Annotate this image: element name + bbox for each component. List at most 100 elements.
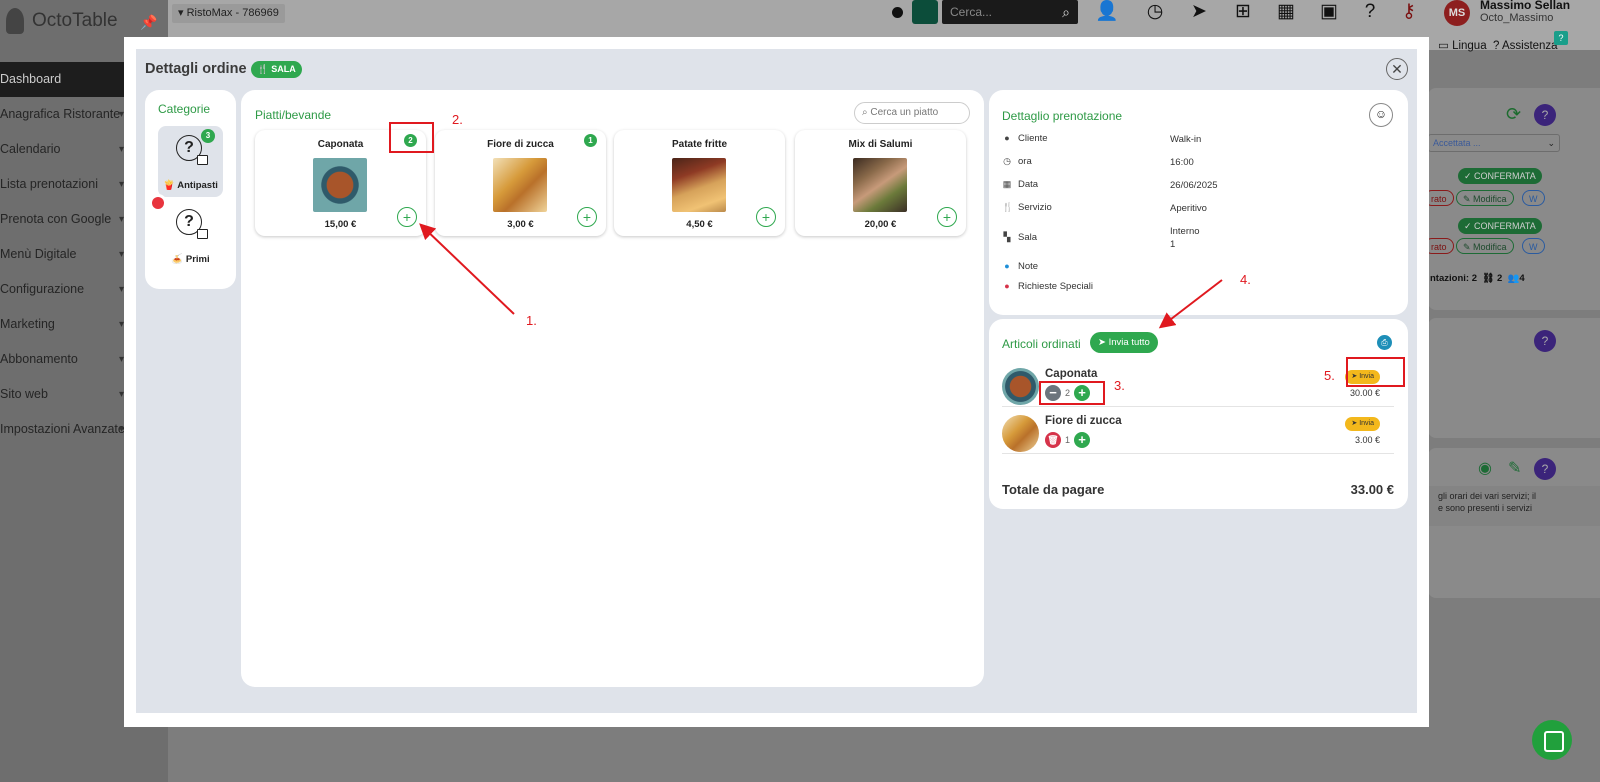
edit-icon[interactable]: ✎ [1508, 458, 1521, 478]
annotation-3: 3. [1114, 378, 1125, 393]
rocket-button[interactable] [912, 0, 938, 24]
sidebar-item-label: Abbonamento [0, 352, 78, 366]
chef-logo-icon [6, 8, 24, 34]
dish-card-patate-fritte[interactable]: Patate fritte 4,50 € + [614, 130, 785, 236]
add-dish-button[interactable]: + [756, 207, 776, 227]
ordered-items-panel: Articoli ordinati ➤ Invia tutto ⎙ Capona… [989, 319, 1408, 509]
ordered-item-price: 3.00 € [1354, 435, 1380, 445]
restaurant-selector[interactable]: ▾ RistoMax - 786969 [172, 4, 285, 23]
send-all-button[interactable]: ➤ Invia tutto [1090, 332, 1158, 353]
detail-label: Cliente [1018, 133, 1048, 144]
detail-value: Aperitivo [1170, 203, 1207, 214]
detail-label: Richieste Speciali [1018, 281, 1093, 292]
help-icon[interactable]: ? [1534, 458, 1556, 480]
highlight-quantity-stepper [1039, 381, 1105, 405]
comment-icon: ● [1004, 261, 1010, 271]
add-dish-button[interactable]: + [397, 207, 417, 227]
whatsapp-button[interactable]: W [1522, 190, 1545, 206]
stats-people: 4 [1519, 273, 1525, 284]
generic-dish-icon: ? [176, 209, 208, 239]
category-label-text: Primi [185, 254, 210, 265]
total-value: 33.00 € [1350, 482, 1394, 497]
service-note-line: e sono presenti i servizi [1438, 503, 1533, 513]
refresh-icon[interactable]: ⟳ [1506, 104, 1521, 125]
detail-value: 16:00 [1170, 157, 1194, 168]
dish-search-input[interactable]: ⌕ Cerca un piatto [854, 102, 970, 124]
annotation-4: 4. [1240, 272, 1251, 287]
increase-button[interactable]: + [1074, 432, 1091, 448]
dishes-title: Piatti/bevande [255, 108, 332, 122]
sidebar-item-label: Sito web [0, 387, 48, 401]
door-icon: ▚ [1003, 232, 1011, 242]
category-antipasti[interactable]: ? 3 🍟 Antipasti [158, 126, 223, 197]
category-primi[interactable]: ? 🍝 Primi [158, 200, 223, 271]
detail-value: Interno [1170, 226, 1200, 237]
annotation-1: 1. [526, 313, 537, 328]
help-badge[interactable]: ? [1554, 31, 1568, 45]
fries-icon: 🍟 [163, 180, 175, 191]
modify-button[interactable]: ✎ Modifica [1456, 190, 1514, 206]
category-label: 🍟 Antipasti [158, 180, 223, 191]
sidebar-item-label: Marketing [0, 317, 55, 331]
trash-icon[interactable]: 🗑 [1045, 432, 1061, 448]
sidebar-item-label: Menù Digitale [0, 247, 77, 261]
user-handle: Octo_Massimo [1480, 12, 1554, 24]
total-label: Totale da pagare [1002, 482, 1105, 497]
calendar-icon[interactable]: ▦ [1273, 0, 1299, 24]
dish-image [853, 158, 907, 212]
assistance-button[interactable]: ? Assistenza [1493, 40, 1558, 52]
close-button[interactable]: ✕ [1386, 58, 1408, 80]
app-name: OctoTable [32, 10, 118, 31]
modify-button-label: Modifica [1473, 194, 1507, 204]
order-details-modal: Dettagli ordine 🍴 SALA ✕ Categorie ? 3 🍟… [124, 37, 1429, 727]
sitemap-icon[interactable]: ⊞ [1230, 0, 1256, 24]
sidebar-item-label: Calendario [0, 142, 61, 156]
detail-value-2: 1 [1170, 239, 1176, 250]
status-filter-select[interactable]: Accettata ... ⌄ [1428, 134, 1560, 152]
status-filter-value: Accettata ... [1433, 138, 1481, 148]
add-user-icon[interactable]: 👤 [1094, 0, 1120, 24]
status-badge: ✓ CONFERMATA [1458, 218, 1542, 234]
detail-row-ora: ◷ ora [1002, 156, 1032, 167]
global-search-input[interactable]: Cerca... ⌕ [942, 0, 1078, 24]
dish-card-mix-di-salumi[interactable]: Mix di Salumi 20,00 € + [795, 130, 966, 236]
ordered-item-fiore-di-zucca: Fiore di zucca 🗑 1 + ➤ Invia 3.00 € [1002, 411, 1394, 454]
background-booking-card: ⟳ ? Accettata ... ⌄ ✓ CONFERMATA rato ✎ M… [1424, 88, 1600, 310]
ordered-item-name: Caponata [1045, 368, 1098, 380]
eye-icon[interactable]: ◉ [1478, 458, 1492, 478]
detail-row-richieste: ● Richieste Speciali [1002, 281, 1093, 292]
avatar[interactable]: MS [1444, 0, 1470, 26]
restaurant-selector-label: RistoMax - 786969 [186, 7, 279, 19]
dish-thumbnail [1002, 415, 1039, 452]
annotation-5: 5. [1324, 368, 1335, 383]
language-button[interactable]: ▭ Lingua [1438, 40, 1487, 52]
help-icon[interactable]: ? [1534, 330, 1556, 352]
global-search-placeholder: Cerca... [950, 5, 993, 19]
dish-name: Fiore di zucca [487, 139, 554, 150]
send-item-button[interactable]: ➤ Invia [1345, 417, 1380, 431]
background-card-3: ◉ ✎ ? gli orari dei vari servizi; il e s… [1428, 448, 1600, 598]
chat-button[interactable] [1532, 720, 1572, 760]
send-icon[interactable]: ➤ [1186, 0, 1212, 24]
user-info[interactable]: Massimo Sellan Octo_Massimo [1480, 0, 1570, 24]
app-logo[interactable]: OctoTable [6, 8, 118, 34]
customer-icon[interactable]: ☺ [1369, 103, 1393, 127]
add-dish-button[interactable]: + [937, 207, 957, 227]
pasta-icon: 🍝 [171, 254, 184, 265]
key-icon[interactable]: ⚷ [1396, 0, 1422, 24]
whatsapp-button[interactable]: W [1522, 238, 1545, 254]
detail-value: Walk-in [1170, 134, 1202, 145]
image-icon[interactable]: ▣ [1316, 0, 1342, 24]
modify-button[interactable]: ✎ Modifica [1456, 238, 1514, 254]
print-button[interactable]: ⎙ [1377, 335, 1392, 350]
ordered-item-price: 30.00 € [1349, 388, 1380, 398]
add-dish-button[interactable]: + [577, 207, 597, 227]
help-icon[interactable]: ? [1534, 104, 1556, 126]
dish-card-fiore-di-zucca[interactable]: Fiore di zucca 1 3,00 € + [435, 130, 606, 236]
send-icon: ➤ [1351, 420, 1358, 427]
stats-row: ntazioni: 2 ⛓ 2 👥4 [1430, 273, 1525, 284]
clock-icon[interactable]: ◷ [1142, 0, 1168, 24]
question-icon[interactable]: ? [1357, 0, 1383, 24]
modal-body: Dettagli ordine 🍴 SALA ✕ Categorie ? 3 🍟… [136, 49, 1417, 713]
pin-icon[interactable]: 📌 [140, 14, 157, 31]
